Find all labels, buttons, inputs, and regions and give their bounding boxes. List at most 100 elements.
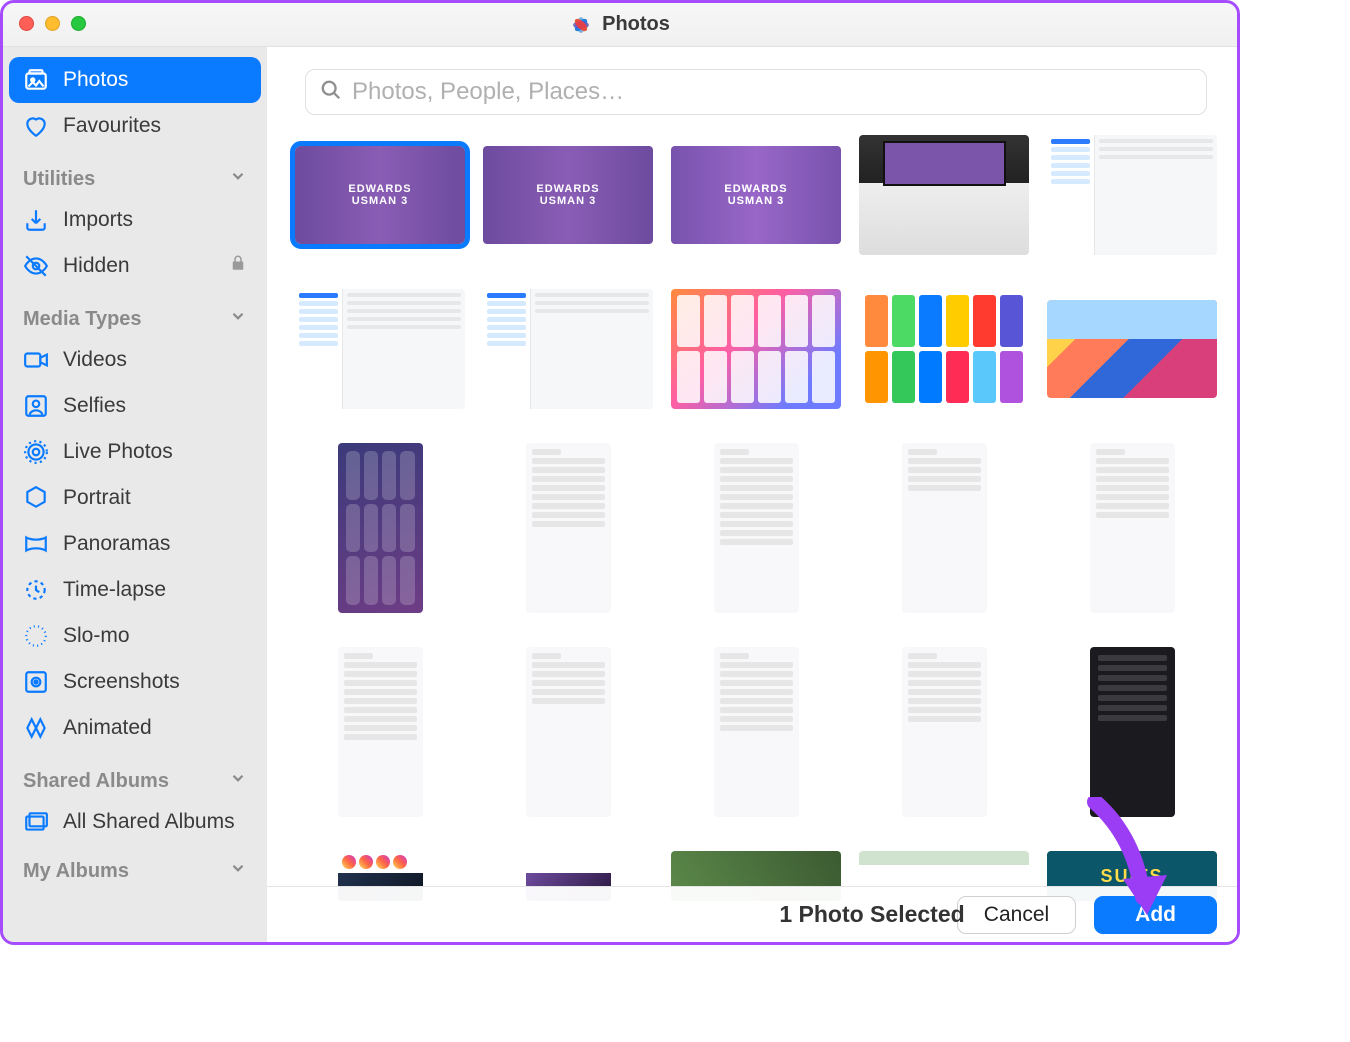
photo-thumbnail[interactable] <box>1047 300 1217 398</box>
sidebar-item-favourites[interactable]: Favourites <box>9 103 261 149</box>
sidebar-section-media-types[interactable]: Media Types <box>9 289 261 337</box>
section-label: Shared Albums <box>23 770 169 793</box>
sidebar: Photos Favourites Utilities Imports <box>3 47 267 942</box>
sidebar-item-label: All Shared Albums <box>63 810 235 834</box>
photo-thumbnail[interactable] <box>1047 135 1217 255</box>
photo-grid: EDWARDSUSMAN 3 EDWARDSUSMAN 3 EDWARDSUSM… <box>295 135 1217 901</box>
section-label: Utilities <box>23 168 95 191</box>
sidebar-item-hidden[interactable]: Hidden <box>9 243 261 289</box>
search-field[interactable] <box>305 69 1207 115</box>
sidebar-item-label: Hidden <box>63 254 130 278</box>
live-photo-icon <box>23 439 49 465</box>
sidebar-item-slo-mo[interactable]: Slo-mo <box>9 613 261 659</box>
photo-thumbnail[interactable] <box>714 443 799 613</box>
photo-thumbnail[interactable] <box>714 647 799 817</box>
window-title: Photos <box>570 13 670 36</box>
search-input[interactable] <box>352 78 1192 106</box>
photos-library-icon <box>23 67 49 93</box>
sidebar-item-all-shared-albums[interactable]: All Shared Albums <box>9 799 261 845</box>
chevron-down-icon <box>229 307 247 331</box>
search-icon <box>320 79 342 106</box>
section-label: Media Types <box>23 308 142 331</box>
sidebar-item-label: Imports <box>63 208 133 232</box>
window-titlebar: Photos <box>3 3 1237 47</box>
sidebar-section-my-albums[interactable]: My Albums <box>9 845 261 889</box>
panorama-icon <box>23 531 49 557</box>
photo-thumbnail[interactable]: EDWARDSUSMAN 3 <box>483 146 653 244</box>
photo-thumbnail[interactable] <box>859 289 1029 409</box>
sidebar-item-label: Slo-mo <box>63 624 130 648</box>
search-bar-container <box>267 47 1237 115</box>
sidebar-section-shared-albums[interactable]: Shared Albums <box>9 751 261 799</box>
sidebar-item-photos[interactable]: Photos <box>9 57 261 103</box>
heart-icon <box>23 113 49 139</box>
thumb-caption: USMAN 3 <box>540 195 597 207</box>
photo-thumbnail[interactable] <box>671 289 841 409</box>
photo-thumbnail[interactable] <box>526 443 611 613</box>
selfie-icon <box>23 393 49 419</box>
video-icon <box>23 347 49 373</box>
sidebar-item-portrait[interactable]: Portrait <box>9 475 261 521</box>
sidebar-item-animated[interactable]: Animated <box>9 705 261 751</box>
cancel-button[interactable]: Cancel <box>957 896 1076 934</box>
picker-footer: 1 Photo Selected Cancel Add <box>267 886 1237 942</box>
photo-thumbnail[interactable] <box>338 443 423 613</box>
minimize-window-button[interactable] <box>45 16 60 31</box>
sidebar-item-label: Screenshots <box>63 670 180 694</box>
photos-app-icon <box>570 14 592 36</box>
photo-thumbnail[interactable] <box>526 647 611 817</box>
sidebar-item-label: Animated <box>63 716 152 740</box>
sidebar-item-label: Live Photos <box>63 440 173 464</box>
chevron-down-icon <box>229 769 247 793</box>
sidebar-item-time-lapse[interactable]: Time-lapse <box>9 567 261 613</box>
shared-album-icon <box>23 809 49 835</box>
animated-icon <box>23 715 49 741</box>
sidebar-item-screenshots[interactable]: Screenshots <box>9 659 261 705</box>
import-icon <box>23 207 49 233</box>
sidebar-item-label: Time-lapse <box>63 578 166 602</box>
photo-thumbnail[interactable] <box>902 443 987 613</box>
hidden-eye-icon <box>23 253 49 279</box>
sidebar-item-label: Videos <box>63 348 127 372</box>
selection-status: 1 Photo Selected <box>779 901 964 928</box>
slo-mo-icon <box>23 623 49 649</box>
sidebar-item-label: Panoramas <box>63 532 170 556</box>
photo-thumbnail[interactable] <box>338 647 423 817</box>
thumb-caption: EDWARDS <box>724 183 787 195</box>
window-title-text: Photos <box>602 13 670 36</box>
sidebar-item-panoramas[interactable]: Panoramas <box>9 521 261 567</box>
photo-thumbnail[interactable]: EDWARDSUSMAN 3 <box>295 146 465 244</box>
photo-thumbnail[interactable] <box>1090 647 1175 817</box>
thumb-caption: USMAN 3 <box>728 195 785 207</box>
sidebar-section-utilities[interactable]: Utilities <box>9 149 261 197</box>
traffic-lights <box>19 16 86 31</box>
thumb-caption: USMAN 3 <box>352 195 409 207</box>
sidebar-item-label: Portrait <box>63 486 131 510</box>
photo-thumbnail[interactable] <box>859 135 1029 255</box>
close-window-button[interactable] <box>19 16 34 31</box>
zoom-window-button[interactable] <box>71 16 86 31</box>
photo-thumbnail[interactable] <box>483 289 653 409</box>
photo-grid-scroll[interactable]: EDWARDSUSMAN 3 EDWARDSUSMAN 3 EDWARDSUSM… <box>267 115 1237 942</box>
section-label: My Albums <box>23 860 129 883</box>
content-area: EDWARDSUSMAN 3 EDWARDSUSMAN 3 EDWARDSUSM… <box>267 47 1237 942</box>
screenshot-icon <box>23 669 49 695</box>
photo-thumbnail[interactable] <box>1090 443 1175 613</box>
photo-thumbnail[interactable] <box>902 647 987 817</box>
sidebar-item-live-photos[interactable]: Live Photos <box>9 429 261 475</box>
photos-picker-window: Photos Photos Favourites Utilities <box>0 0 1240 945</box>
photo-thumbnail[interactable] <box>295 289 465 409</box>
time-lapse-icon <box>23 577 49 603</box>
sidebar-item-label: Selfies <box>63 394 126 418</box>
thumb-caption: EDWARDS <box>536 183 599 195</box>
portrait-icon <box>23 485 49 511</box>
sidebar-item-imports[interactable]: Imports <box>9 197 261 243</box>
sidebar-item-selfies[interactable]: Selfies <box>9 383 261 429</box>
add-button[interactable]: Add <box>1094 896 1217 934</box>
photo-thumbnail[interactable]: EDWARDSUSMAN 3 <box>671 146 841 244</box>
sidebar-item-label: Favourites <box>63 114 161 138</box>
chevron-down-icon <box>229 167 247 191</box>
sidebar-item-videos[interactable]: Videos <box>9 337 261 383</box>
lock-icon <box>229 254 247 278</box>
sidebar-item-label: Photos <box>63 68 128 92</box>
